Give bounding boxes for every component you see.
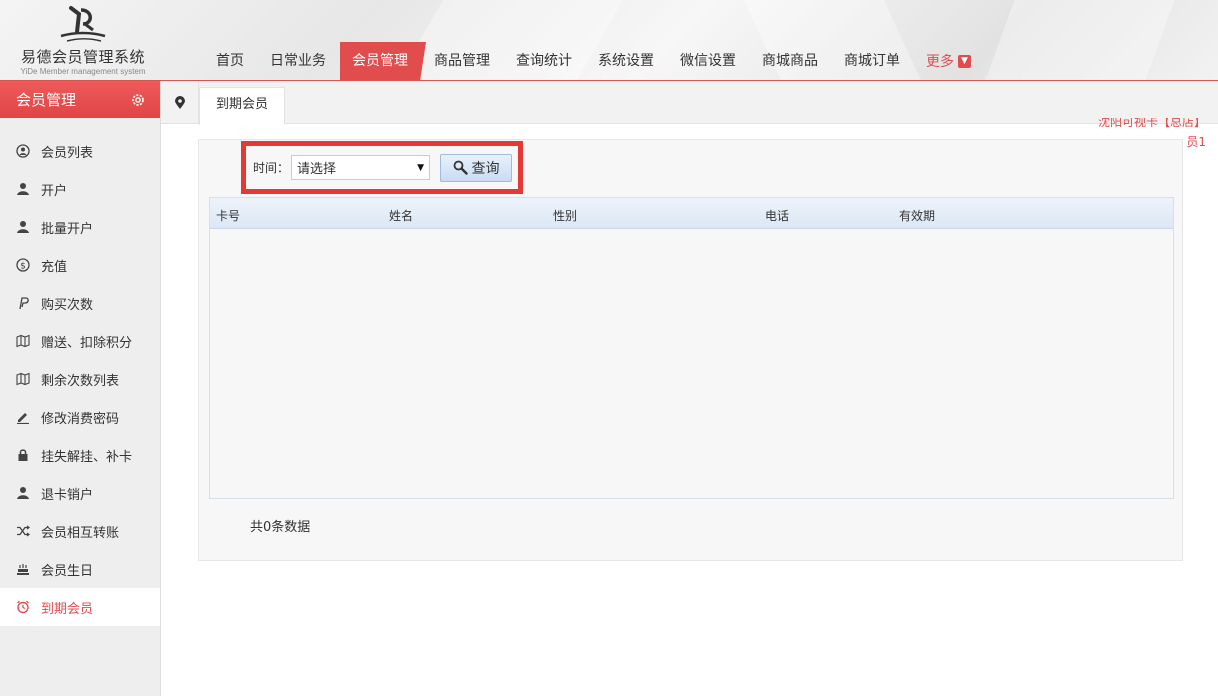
time-select-value: 请选择 (297, 162, 337, 177)
coin-icon: $ (16, 258, 30, 272)
sidebar-item-open-account[interactable]: 开户 (0, 170, 160, 208)
map-icon (16, 372, 30, 386)
col-name[interactable]: 姓名 (389, 207, 413, 224)
sidebar-item-label: 会员生日 (41, 563, 94, 579)
sidebar-item-transfer[interactable]: 会员相互转账 (0, 512, 160, 550)
grid-header: 卡号 姓名 性别 电话 有效期 (210, 198, 1173, 229)
sidebar-item-change-password[interactable]: 修改消费密码 (0, 398, 160, 436)
top-nav: 首页 日常业务 会员管理 商品管理 查询统计 系统设置 微信设置 商城商品 商城… (204, 42, 985, 80)
app-logo[interactable]: 易德会员管理系统 YiDe Member management system (8, 4, 158, 78)
nav-item-more[interactable]: 更多 ▼ (914, 42, 983, 80)
query-bar: 时间： 请选择 ▼ 查询 (241, 141, 523, 194)
col-gender[interactable]: 性别 (553, 207, 577, 224)
gear-icon[interactable] (130, 92, 146, 108)
nav-item-mall-orders[interactable]: 商城订单 (832, 42, 912, 80)
lock-icon (16, 448, 30, 462)
nav-item-wechat[interactable]: 微信设置 (668, 42, 748, 80)
search-button[interactable]: 查询 (440, 153, 513, 182)
sidebar-item-label: 赠送、扣除积分 (41, 335, 133, 351)
caret-down-icon: ▼ (417, 162, 425, 173)
nav-item-settings[interactable]: 系统设置 (586, 42, 666, 80)
nav-item-stats[interactable]: 查询统计 (504, 42, 584, 80)
pencil-icon (16, 410, 30, 424)
tab-expired-members[interactable]: 到期会员 (199, 87, 286, 125)
nav-item-mall-products[interactable]: 商城商品 (750, 42, 830, 80)
chevron-down-icon: ▼ (958, 55, 971, 68)
sidebar-item-buy-times[interactable]: 购买次数 (0, 284, 160, 322)
sidebar-item-label: 会员列表 (41, 145, 94, 161)
data-grid: 卡号 姓名 性别 电话 有效期 (209, 197, 1174, 499)
search-button-label: 查询 (471, 160, 500, 177)
sidebar-item-label: 购买次数 (41, 297, 94, 313)
logo-icon (60, 6, 106, 42)
search-icon (453, 160, 468, 175)
sidebar-item-points[interactable]: 赠送、扣除积分 (0, 322, 160, 360)
sidebar-item-label: 剩余次数列表 (41, 373, 120, 389)
sidebar-item-birthday[interactable]: 会员生日 (0, 550, 160, 588)
sidebar-item-label: 修改消费密码 (41, 411, 120, 427)
app-name: 易德会员管理系统 (20, 48, 145, 66)
paypal-icon (16, 296, 30, 310)
cake-icon (16, 562, 30, 576)
col-card-no[interactable]: 卡号 (216, 207, 240, 224)
sidebar-item-label: 到期会员 (41, 601, 94, 617)
sidebar-item-member-list[interactable]: 会员列表 (0, 132, 160, 170)
sidebar-item-cancel-card[interactable]: 退卡销户 (0, 474, 160, 512)
alarm-icon (16, 600, 30, 614)
sidebar-item-label: 挂失解挂、补卡 (41, 449, 133, 465)
location-pin-icon (161, 81, 199, 124)
record-count: 共0条数据 (250, 520, 311, 535)
sidebar-item-label: 开户 (41, 183, 68, 199)
sidebar-item-expired-members[interactable]: 到期会员 (0, 588, 160, 626)
nav-item-members[interactable]: 会员管理 (340, 42, 426, 80)
shuffle-icon (16, 524, 30, 538)
more-label: 更多 (926, 53, 954, 70)
sidebar-item-label: 充值 (41, 259, 68, 275)
sidebar-item-label: 退卡销户 (41, 487, 94, 503)
sidebar-item-recharge[interactable]: $ 充值 (0, 246, 160, 284)
nav-item-home[interactable]: 首页 (204, 42, 256, 80)
user-circle-icon (16, 144, 30, 158)
time-label: 时间： (253, 161, 290, 175)
col-expiry[interactable]: 有效期 (899, 207, 935, 224)
app-header: 易德会员管理系统 YiDe Member management system 首… (0, 0, 1218, 81)
map-icon (16, 334, 30, 348)
sidebar-item-report-loss[interactable]: 挂失解挂、补卡 (0, 436, 160, 474)
sidebar-item-remaining-times[interactable]: 剩余次数列表 (0, 360, 160, 398)
nav-item-products[interactable]: 商品管理 (422, 42, 502, 80)
user-icon (16, 220, 30, 234)
sidebar-menu: 会员列表 开户 批量开户 $ 充值 购买次数 赠送、扣除积分 剩余次数列表 修改 (0, 132, 160, 626)
sidebar: 会员管理 会员列表 开户 批量开户 $ 充值 购买次数 赠送、扣除积分 剩余次数… (0, 81, 161, 696)
app-subtitle: YiDe Member management system (20, 67, 146, 76)
svg-text:$: $ (20, 262, 26, 272)
sidebar-item-label: 会员相互转账 (41, 525, 120, 541)
tab-bar: 到期会员 (161, 81, 1218, 125)
sidebar-title: 会员管理 (16, 91, 77, 109)
store-name: 沈阳可视卡【总店】 (1097, 118, 1206, 129)
user-icon (16, 182, 30, 196)
sidebar-item-batch-open[interactable]: 批量开户 (0, 208, 160, 246)
user-icon (16, 486, 30, 500)
col-phone[interactable]: 电话 (765, 207, 789, 224)
sidebar-header: 会员管理 (0, 81, 160, 118)
content-panel: 时间： 请选择 ▼ 查询 卡号 姓名 性别 电话 有效期 共0条数据 (198, 139, 1183, 561)
nav-item-daily[interactable]: 日常业务 (258, 42, 338, 80)
sidebar-item-label: 批量开户 (41, 221, 94, 237)
time-select[interactable]: 请选择 ▼ (291, 155, 431, 180)
